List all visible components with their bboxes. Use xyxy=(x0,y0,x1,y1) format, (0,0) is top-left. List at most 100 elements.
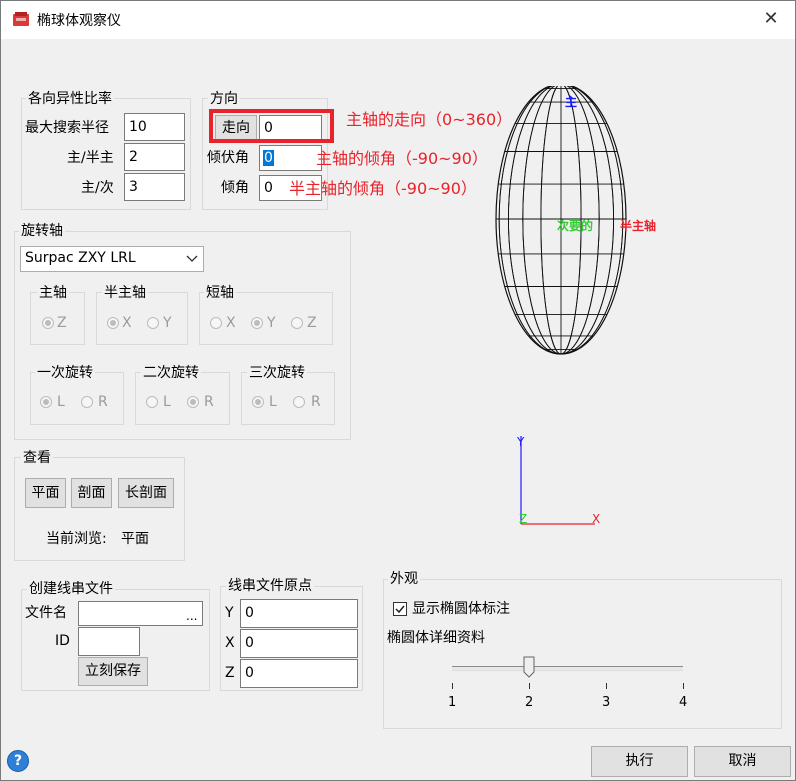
anisotropy-group-label: 各向异性比率 xyxy=(26,91,114,107)
slider-tick xyxy=(529,683,530,689)
origin-x-input[interactable]: 0 xyxy=(240,629,358,658)
current-view-label: 当前浏览: xyxy=(46,531,107,547)
second-r-radio[interactable] xyxy=(187,396,199,408)
checkmark-icon xyxy=(395,605,405,614)
show-labels-checkbox[interactable] xyxy=(393,602,407,616)
minor-axis-label: 短轴 xyxy=(204,285,236,301)
minor-y-label: Y xyxy=(267,315,276,331)
slider-tick xyxy=(452,683,453,689)
dip-label: 倾角 xyxy=(221,180,249,196)
plunge-input[interactable]: 0 xyxy=(259,145,322,171)
current-view-value: 平面 xyxy=(121,531,149,547)
help-button[interactable]: ? xyxy=(7,750,29,772)
z-axis-label: Z xyxy=(519,512,527,526)
semi-axis-label: 半主轴 xyxy=(102,285,148,301)
browse-button[interactable]: ... xyxy=(186,607,197,625)
detail-slider-track[interactable] xyxy=(452,666,683,671)
footer-bar: ? 执行 取消 xyxy=(1,743,795,780)
origin-y-label: Y xyxy=(225,605,234,621)
minor-y-radio[interactable] xyxy=(251,317,263,329)
bearing-highlight-box xyxy=(209,109,334,143)
second-rotation-label: 二次旋转 xyxy=(141,365,201,381)
max-search-radius-input[interactable]: 10 xyxy=(124,113,185,141)
origin-group-label: 线串文件原点 xyxy=(226,578,314,594)
second-r-label: R xyxy=(204,394,214,410)
semi-axis-label-text: 半主轴 xyxy=(620,218,656,233)
cancel-button[interactable]: 取消 xyxy=(694,746,791,777)
long-section-view-button[interactable]: 长剖面 xyxy=(118,478,174,508)
minor-x-radio[interactable] xyxy=(210,317,222,329)
major-semi-input[interactable]: 2 xyxy=(124,143,185,171)
rotation-group-label: 旋转轴 xyxy=(19,223,65,239)
origin-x-label: X xyxy=(225,635,235,651)
origin-z-label: Z xyxy=(225,665,235,681)
close-icon[interactable]: ✕ xyxy=(757,5,785,33)
slider-tick-label: 4 xyxy=(679,695,688,710)
origin-y-input[interactable]: 0 xyxy=(240,599,358,628)
window-title: 椭球体观察仪 xyxy=(37,13,121,29)
third-r-radio[interactable] xyxy=(293,396,305,408)
filename-label: 文件名 xyxy=(25,605,67,621)
third-l-radio[interactable] xyxy=(252,396,264,408)
dip-annotation: 半主轴的倾角（-90~90） xyxy=(289,179,477,198)
origin-z-input[interactable]: 0 xyxy=(240,659,358,688)
section-view-button[interactable]: 剖面 xyxy=(71,478,112,508)
first-l-radio[interactable] xyxy=(40,396,52,408)
major-z-label: Z xyxy=(57,315,67,331)
plunge-annotation: 主轴的倾角（-90~90） xyxy=(316,149,488,168)
slider-tick xyxy=(683,683,684,689)
max-search-radius-label: 最大搜索半径 xyxy=(25,120,109,136)
y-axis-label: Y xyxy=(516,435,525,449)
ok-button[interactable]: 执行 xyxy=(591,746,688,777)
x-axis-label: X xyxy=(592,512,600,526)
major-z-radio[interactable] xyxy=(42,317,54,329)
chevron-down-icon xyxy=(186,255,198,262)
first-rotation-label: 一次旋转 xyxy=(35,365,95,381)
semi-x-radio[interactable] xyxy=(107,317,119,329)
second-l-label: L xyxy=(163,394,171,410)
third-l-label: L xyxy=(269,394,277,410)
appearance-group-label: 外观 xyxy=(388,571,420,587)
second-l-radio[interactable] xyxy=(146,396,158,408)
id-input[interactable] xyxy=(78,627,140,656)
slider-tick-label: 1 xyxy=(448,695,457,710)
slider-tick-label: 3 xyxy=(602,695,611,710)
major-axis-label: 主轴 xyxy=(37,285,69,301)
slider-tick-label: 2 xyxy=(525,695,534,710)
semi-y-label: Y xyxy=(163,315,172,331)
rotation-preset-value: Surpac ZXY LRL xyxy=(25,250,136,266)
orientation-group-label: 方向 xyxy=(208,91,240,107)
third-r-label: R xyxy=(311,394,321,410)
save-now-button[interactable]: 立刻保存 xyxy=(78,657,148,686)
plunge-label: 倾伏角 xyxy=(207,150,249,166)
major-semi-label: 主/半主 xyxy=(67,150,114,166)
first-r-radio[interactable] xyxy=(81,396,93,408)
show-labels-label: 显示椭圆体标注 xyxy=(412,601,510,617)
create-string-group-label: 创建线串文件 xyxy=(27,581,115,597)
ellipsoid-preview: 主 次要的 半主轴 Y X Z xyxy=(495,86,656,526)
third-rotation-label: 三次旋转 xyxy=(247,365,307,381)
minor-axis-label-text: 次要的 xyxy=(557,218,593,233)
view-group-label: 查看 xyxy=(21,450,53,466)
semi-y-radio[interactable] xyxy=(147,317,159,329)
major-axis-label-text: 主 xyxy=(565,94,577,109)
app-icon xyxy=(13,12,29,26)
first-r-label: R xyxy=(98,394,108,410)
minor-x-label: X xyxy=(226,315,236,331)
title-bar: 椭球体观察仪 ✕ xyxy=(1,1,795,39)
minor-z-label: Z xyxy=(307,315,317,331)
major-minor-label: 主/次 xyxy=(81,180,114,196)
id-label: ID xyxy=(55,633,70,649)
major-minor-input[interactable]: 3 xyxy=(124,173,185,201)
rotation-preset-select[interactable]: Surpac ZXY LRL xyxy=(20,246,204,272)
dialog-window: 椭球体观察仪 ✕ 各向异性比率 最大搜索半径 10 主/半主 2 主/次 3 方… xyxy=(0,0,796,781)
detail-slider-thumb[interactable] xyxy=(523,656,535,678)
plunge-value: 0 xyxy=(263,150,274,166)
slider-tick xyxy=(606,683,607,689)
help-icon: ? xyxy=(13,753,23,769)
semi-x-label: X xyxy=(122,315,132,331)
minor-z-radio[interactable] xyxy=(291,317,303,329)
detail-label: 椭圆体详细资料 xyxy=(387,630,485,646)
filename-input[interactable] xyxy=(78,601,203,626)
plan-view-button[interactable]: 平面 xyxy=(25,478,66,508)
